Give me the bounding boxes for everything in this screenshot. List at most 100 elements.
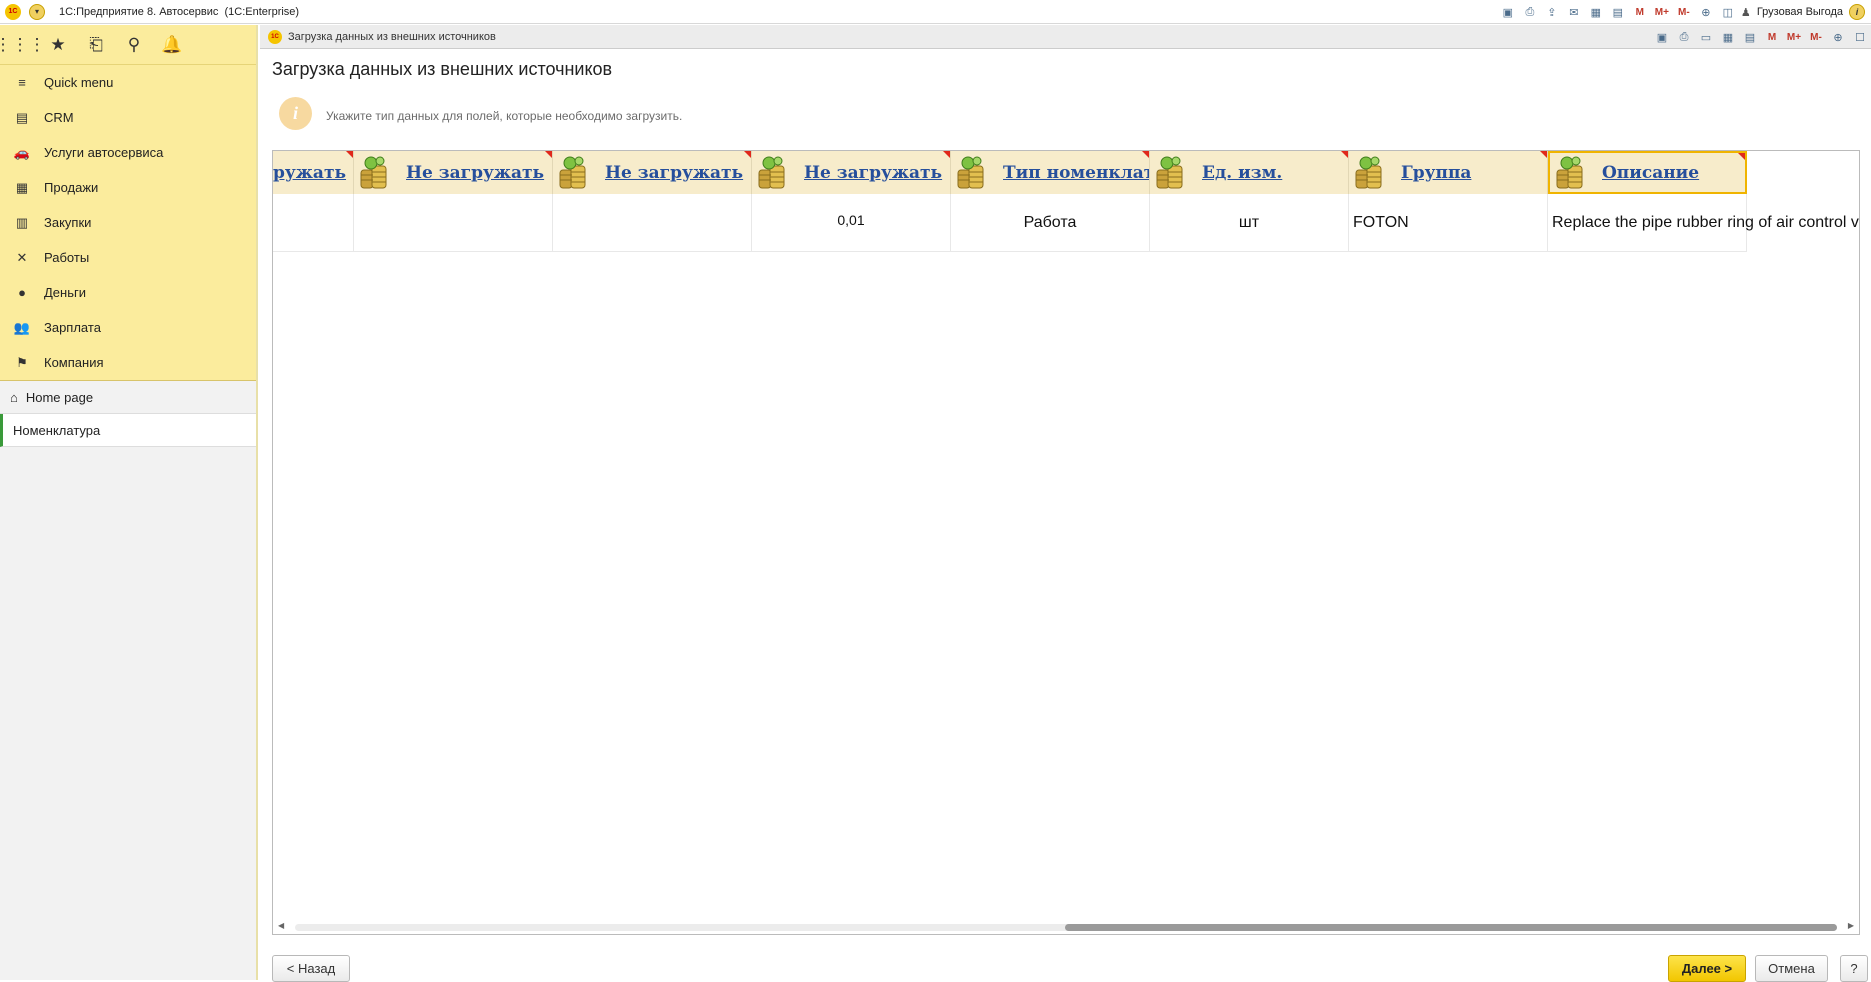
column-type-link[interactable]: Описание xyxy=(1602,163,1699,183)
cancel-button[interactable]: Отмена xyxy=(1755,955,1828,982)
back-button[interactable]: < Назад xyxy=(272,955,350,982)
column-type-link[interactable]: Не загружать xyxy=(804,163,942,183)
panel-icon[interactable]: ◫ xyxy=(1717,1,1739,23)
column-type-link[interactable]: Ед. изм. xyxy=(1202,163,1282,183)
form-print-icon[interactable]: ⎙ xyxy=(1673,26,1695,48)
next-button[interactable]: Далее > xyxy=(1668,955,1746,982)
section-label: Услуги автосервиса xyxy=(44,145,164,160)
memory-m-icon[interactable]: M xyxy=(1629,1,1651,23)
section-label: Компания xyxy=(44,355,104,370)
favorites-icon[interactable]: ★ xyxy=(46,33,70,57)
sections-list: ≡ Quick menu ▤ CRM 🚗 Услуги автосервиса ▦ Прода… xyxy=(0,65,256,380)
section-item[interactable]: ▦ Продажи xyxy=(0,170,256,205)
scroll-right-icon[interactable]: ▶ xyxy=(1848,921,1854,930)
column-header[interactable]: Не загружать xyxy=(752,151,951,194)
page-title: Загрузка данных из внешних источников xyxy=(272,59,613,79)
table-cell[interactable] xyxy=(273,194,354,252)
column-header[interactable]: Описание xyxy=(1548,151,1747,194)
column-type-link[interactable]: Тип номенклатуры xyxy=(1003,163,1149,183)
section-item[interactable]: ● Деньги xyxy=(0,275,256,310)
form-table-icon[interactable]: ▦ xyxy=(1717,26,1739,48)
form-zoom-icon[interactable]: ⊕ xyxy=(1827,26,1849,48)
form-save-icon[interactable]: ▣ xyxy=(1651,26,1673,48)
section-item[interactable]: 🚗 Услуги автосервиса xyxy=(0,135,256,170)
menu-icon: ≡ xyxy=(18,75,26,90)
table-row: 0,01 Работа шт FOTON Replace the pipe rubber… xyxy=(273,194,1859,252)
save-icon[interactable]: ▣ xyxy=(1497,1,1519,23)
table-cell[interactable]: Replace the pipe rubber ring of air cont… xyxy=(1548,194,1859,252)
comment-marker-icon xyxy=(1341,151,1348,158)
form-maximize-icon[interactable]: ☐ xyxy=(1849,26,1871,48)
user-name[interactable]: Грузовая Выгода xyxy=(1757,6,1843,18)
upload-icon[interactable]: ⇪ xyxy=(1541,1,1563,23)
horizontal-scrollbar[interactable]: ◀ ▶ xyxy=(273,920,1859,934)
coins-icon xyxy=(1556,156,1583,188)
form-calendar-icon[interactable]: ▤ xyxy=(1739,26,1761,48)
form-memory-m-plus-icon[interactable]: M+ xyxy=(1783,26,1805,48)
table-cell[interactable] xyxy=(354,194,553,252)
home-page-item[interactable]: ⌂ Home page xyxy=(0,381,256,414)
zoom-icon[interactable]: ⊕ xyxy=(1695,1,1717,23)
column-type-link[interactable]: Не загружать xyxy=(605,163,743,183)
section-item[interactable]: ✕ Работы xyxy=(0,240,256,275)
comment-marker-icon xyxy=(1142,151,1149,158)
open-window-item[interactable]: Номенклатура xyxy=(0,414,256,447)
coins-icon xyxy=(957,156,984,188)
notifications-icon[interactable]: 🔔 xyxy=(160,33,184,57)
top-toolbar: ▣ ⎙ ⇪ ✉ ▦ ▤ M M+ M- ⊕ ◫ ♟ Грузовая Выгод… xyxy=(1497,0,1871,24)
scroll-thumb[interactable] xyxy=(1065,924,1837,931)
scroll-left-icon[interactable]: ◀ xyxy=(278,921,284,930)
section-item[interactable]: ⚑ Компания xyxy=(0,345,256,380)
section-label: Работы xyxy=(44,250,90,265)
form-memory-m-minus-icon[interactable]: M- xyxy=(1805,26,1827,48)
section-item[interactable]: 👥 Зарплата xyxy=(0,310,256,345)
hint-block: i Укажите тип данных для полей, которые … xyxy=(279,97,682,130)
column-header[interactable]: Тип номенклатуры xyxy=(951,151,1150,194)
coins-icon xyxy=(559,156,586,188)
print-icon[interactable]: ⎙ xyxy=(1519,1,1541,23)
table-cell[interactable]: 0,01 xyxy=(752,194,951,252)
info-icon[interactable]: i xyxy=(1849,4,1865,20)
title-bar: 1С ▾ 1С:Предприятие 8. Автосервис (1С:En… xyxy=(0,0,1871,24)
calendar-icon[interactable]: ▤ xyxy=(1607,1,1629,23)
form-logo-icon: 1С xyxy=(268,29,282,44)
table-cell[interactable]: FOTON xyxy=(1349,194,1548,252)
comment-marker-icon xyxy=(545,151,552,158)
form-memory-m-icon[interactable]: M xyxy=(1761,26,1783,48)
app-logo-icon[interactable]: 1С xyxy=(5,3,21,20)
form-toolbar: ▣ ⎙ ▭ ▦ ▤ M M+ M- ⊕ ☐ xyxy=(1651,25,1871,49)
table-cell[interactable] xyxy=(553,194,752,252)
section-item[interactable]: ▤ CRM xyxy=(0,100,256,135)
spreadsheet-grid[interactable]: ружать Не загружать Не загружать Не загружа… xyxy=(272,150,1860,935)
column-type-link[interactable]: ружать xyxy=(273,163,346,183)
all-functions-icon[interactable]: ⋮⋮⋮ xyxy=(0,33,46,57)
column-header[interactable]: Не загружать xyxy=(354,151,553,194)
form-preview-icon[interactable]: ▭ xyxy=(1695,26,1717,48)
column-header[interactable]: Не загружать xyxy=(553,151,752,194)
column-header[interactable]: Ед. изм. xyxy=(1150,151,1349,194)
column-header[interactable]: ружать xyxy=(273,151,354,194)
column-type-link[interactable]: Не загружать xyxy=(406,163,544,183)
flag-icon: ⚑ xyxy=(16,354,28,370)
comment-marker-icon xyxy=(943,151,950,158)
scroll-track[interactable] xyxy=(295,924,1837,931)
search-icon[interactable]: ⚲ xyxy=(122,33,146,57)
section-label: Зарплата xyxy=(44,320,101,335)
user-icon: ♟ xyxy=(1740,6,1751,19)
home-page-label: Home page xyxy=(25,389,94,405)
section-item[interactable]: ▥ Закупки xyxy=(0,205,256,240)
header-row: ружать Не загружать Не загружать Не загружа… xyxy=(273,151,1747,194)
column-header[interactable]: Группа xyxy=(1349,151,1548,194)
table-icon[interactable]: ▦ xyxy=(1585,1,1607,23)
section-item[interactable]: ≡ Quick menu xyxy=(0,65,256,100)
memory-m-plus-icon[interactable]: M+ xyxy=(1651,1,1673,23)
history-icon[interactable]: ⎗ xyxy=(84,33,108,57)
form-tab-title[interactable]: Загрузка данных из внешних источников xyxy=(288,31,496,43)
table-cell[interactable]: Работа xyxy=(951,194,1150,252)
memory-m-minus-icon[interactable]: M- xyxy=(1673,1,1695,23)
column-type-link[interactable]: Группа xyxy=(1401,163,1471,183)
help-button[interactable]: ? xyxy=(1840,955,1868,982)
table-cell[interactable]: шт xyxy=(1150,194,1349,252)
main-menu-button[interactable]: ▾ xyxy=(29,3,45,20)
mail-icon[interactable]: ✉ xyxy=(1563,1,1585,23)
